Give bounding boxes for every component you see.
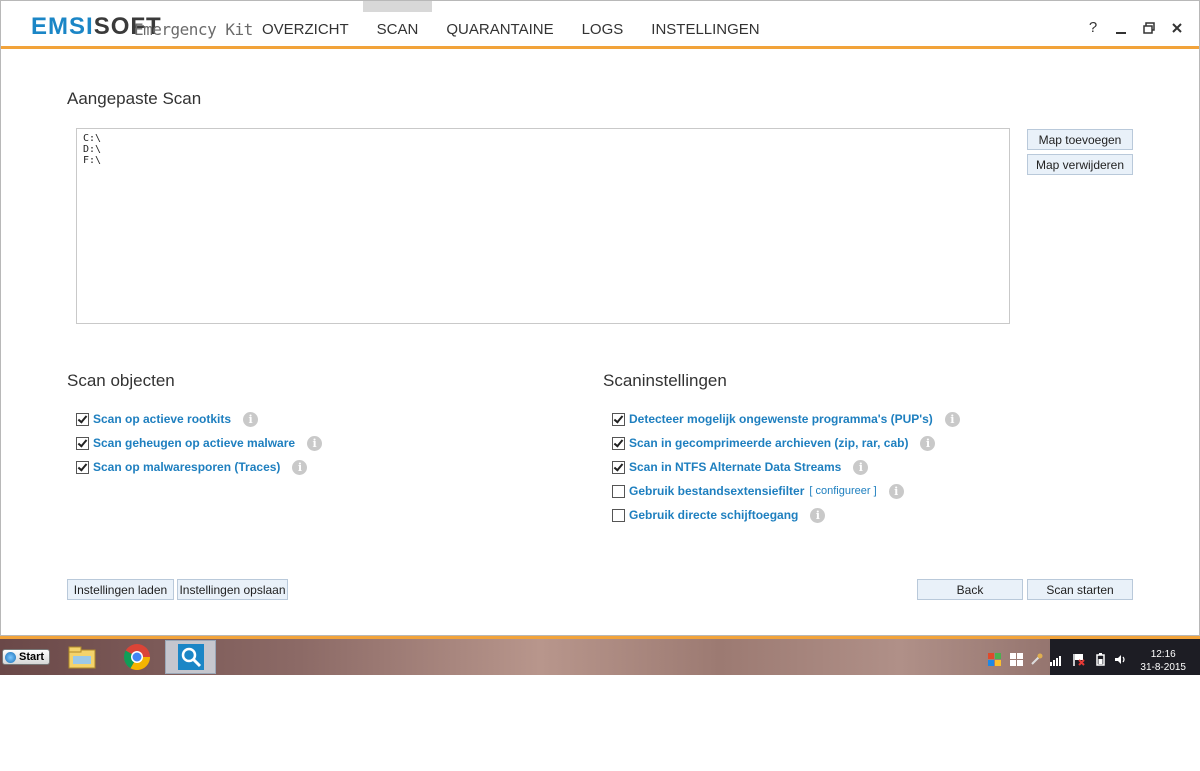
minimize-icon xyxy=(1116,32,1126,34)
windows-icon[interactable] xyxy=(1010,653,1023,666)
ntfs-ads-label[interactable]: Scan in NTFS Alternate Data Streams xyxy=(629,460,841,474)
help-button[interactable]: ? xyxy=(1085,19,1101,37)
archives-label[interactable]: Scan in gecomprimeerde archieven (zip, r… xyxy=(629,436,908,450)
start-scan-button[interactable]: Scan starten xyxy=(1027,579,1133,600)
info-icon[interactable]: i xyxy=(853,459,869,475)
action-center-flag-icon[interactable] xyxy=(1072,653,1085,666)
scan-settings-title: Scaninstellingen xyxy=(603,371,727,390)
direct-disk-label[interactable]: Gebruik directe schijftoegang xyxy=(629,508,798,522)
memory-checkbox[interactable] xyxy=(76,436,89,450)
tab-overzicht[interactable]: OVERZICHT xyxy=(248,1,363,46)
magnifier-icon xyxy=(178,644,204,670)
traces-label[interactable]: Scan op malwaresporen (Traces) xyxy=(93,460,280,474)
signal-icon[interactable] xyxy=(1050,653,1063,666)
option-archives: Scan in gecomprimeerde archieven (zip, r… xyxy=(612,435,936,451)
remove-folder-button[interactable]: Map verwijderen xyxy=(1027,154,1133,175)
folder-item[interactable]: D:\ xyxy=(77,144,1009,155)
info-icon[interactable]: i xyxy=(944,411,960,427)
folder-list[interactable]: C:\ D:\ F:\ xyxy=(76,128,1010,324)
traces-checkbox[interactable] xyxy=(76,460,89,474)
option-extension-filter: Gebruik bestandsextensiefilter [ configu… xyxy=(612,483,904,499)
app-window: EMSISOFT Emergency Kit OVERZICHT SCAN QU… xyxy=(0,0,1200,636)
memory-label[interactable]: Scan geheugen op actieve malware xyxy=(93,436,295,450)
taskbar: Start 12:16 31-8-2015 xyxy=(0,636,1200,675)
tools-icon[interactable] xyxy=(1030,653,1043,666)
restore-button[interactable] xyxy=(1141,19,1157,37)
close-icon xyxy=(1172,23,1182,33)
back-button[interactable]: Back xyxy=(917,579,1023,600)
scan-objects-title: Scan objecten xyxy=(67,371,175,390)
clock-time: 12:16 xyxy=(1150,649,1176,660)
chrome-icon[interactable] xyxy=(122,642,152,672)
rootkits-checkbox[interactable] xyxy=(76,412,89,426)
windows-orb-icon xyxy=(5,651,16,663)
main-nav: OVERZICHT SCAN QUARANTAINE LOGS INSTELLI… xyxy=(248,1,774,46)
ntfs-ads-checkbox[interactable] xyxy=(612,460,625,474)
pups-label[interactable]: Detecteer mogelijk ongewenste programma'… xyxy=(629,412,933,426)
option-traces: Scan op malwaresporen (Traces) i xyxy=(76,459,308,475)
archives-checkbox[interactable] xyxy=(612,436,625,450)
info-icon[interactable]: i xyxy=(920,435,936,451)
logo-subtitle: Emergency Kit xyxy=(134,20,253,39)
pups-checkbox[interactable] xyxy=(612,412,625,426)
title-bar: EMSISOFT Emergency Kit OVERZICHT SCAN QU… xyxy=(1,1,1199,49)
info-icon[interactable]: i xyxy=(292,459,308,475)
option-memory: Scan geheugen op actieve malware i xyxy=(76,435,323,451)
option-direct-disk: Gebruik directe schijftoegang i xyxy=(612,507,826,523)
file-explorer-icon[interactable] xyxy=(67,642,97,672)
load-settings-button[interactable]: Instellingen laden xyxy=(67,579,174,600)
extension-filter-checkbox[interactable] xyxy=(612,484,625,498)
folder-item[interactable]: F:\ xyxy=(77,155,1009,166)
battery-icon[interactable] xyxy=(1094,653,1107,666)
tab-instellingen[interactable]: INSTELLINGEN xyxy=(637,1,773,46)
tab-logs[interactable]: LOGS xyxy=(568,1,638,46)
info-icon[interactable]: i xyxy=(243,411,259,427)
start-button[interactable]: Start xyxy=(2,649,50,665)
minimize-button[interactable] xyxy=(1113,19,1129,37)
volume-icon[interactable] xyxy=(1114,653,1127,666)
direct-disk-checkbox[interactable] xyxy=(612,508,625,522)
custom-scan-title: Aangepaste Scan xyxy=(67,89,202,108)
clock-date: 31-8-2015 xyxy=(1140,662,1186,673)
configure-link[interactable]: [ configureer ] xyxy=(809,485,876,497)
option-pups: Detecteer mogelijk ongewenste programma'… xyxy=(612,411,960,427)
tab-scan[interactable]: SCAN xyxy=(362,1,433,46)
rootkits-label[interactable]: Scan op actieve rootkits xyxy=(93,412,231,426)
window-controls: ? xyxy=(1085,19,1185,37)
info-icon[interactable]: i xyxy=(810,507,826,523)
extension-filter-label[interactable]: Gebruik bestandsextensiefilter xyxy=(629,484,804,498)
info-icon[interactable]: i xyxy=(888,483,904,499)
info-icon[interactable]: i xyxy=(307,435,323,451)
system-tray: 12:16 31-8-2015 xyxy=(988,639,1200,675)
add-folder-button[interactable]: Map toevoegen xyxy=(1027,129,1133,150)
option-rootkits: Scan op actieve rootkits i xyxy=(76,411,259,427)
clock[interactable]: 12:16 31-8-2015 xyxy=(1140,648,1186,674)
logo-text-emsi: EMSI xyxy=(31,13,94,40)
emsisoft-tray-icon[interactable] xyxy=(988,653,1001,666)
tab-quarantaine[interactable]: QUARANTAINE xyxy=(432,1,567,46)
restore-icon xyxy=(1143,22,1155,34)
save-settings-button[interactable]: Instellingen opslaan xyxy=(177,579,288,600)
folder-item[interactable]: C:\ xyxy=(77,133,1009,144)
start-label: Start xyxy=(19,651,45,663)
emsisoft-task-button[interactable] xyxy=(165,640,216,674)
close-button[interactable] xyxy=(1169,19,1185,37)
option-ntfs-ads: Scan in NTFS Alternate Data Streams i xyxy=(612,459,869,475)
